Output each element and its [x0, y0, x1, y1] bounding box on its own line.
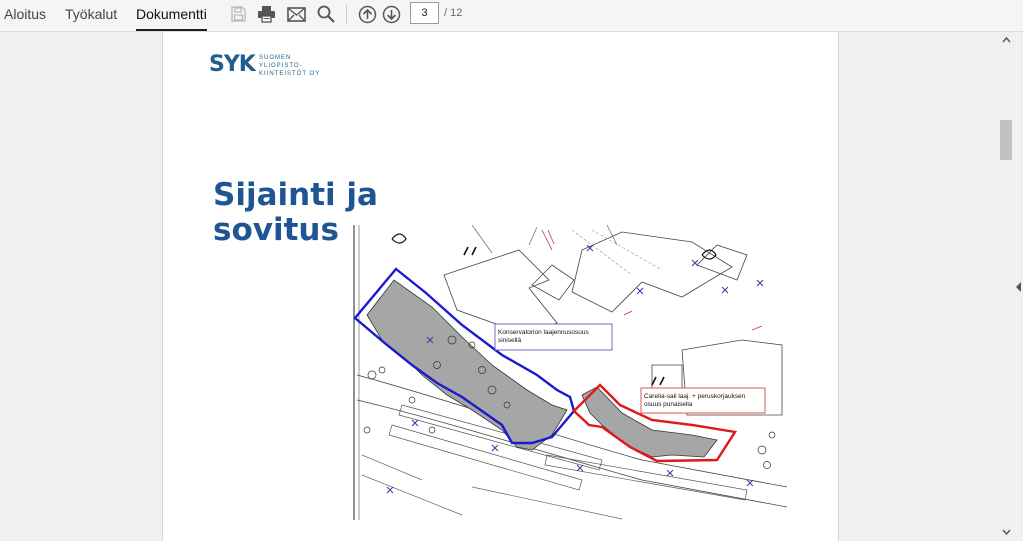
vertical-scrollbar[interactable] [997, 32, 1015, 541]
email-icon [286, 6, 306, 22]
map-label-blue: sinisellä [498, 337, 522, 344]
chevron-up-icon [1001, 37, 1011, 43]
tab-tyokalut[interactable]: Työkalut [65, 0, 117, 32]
side-panel-toggle[interactable] [1015, 280, 1023, 294]
page-down-icon [382, 5, 400, 23]
chevron-left-icon [1016, 282, 1021, 292]
save-button[interactable] [227, 3, 249, 25]
map-label-red: osuus punaisella [644, 401, 693, 408]
scroll-thumb[interactable] [1000, 120, 1012, 160]
scroll-up-button[interactable] [1000, 34, 1012, 46]
email-button[interactable] [285, 3, 307, 25]
logo-text: Suomen Yliopisto- Kiinteistöt Oy [259, 54, 320, 78]
toolbar: Aloitus Työkalut Dokumentti 3 / 12 [0, 0, 1023, 32]
logo-line: Yliopisto- [259, 63, 303, 69]
logo-line: Kiinteistöt Oy [259, 71, 321, 77]
page-total: / 12 [444, 7, 463, 19]
syk-logo: SYK Suomen Yliopisto- Kiinteistöt Oy [209, 52, 339, 78]
search-icon [317, 5, 335, 23]
previous-page-button[interactable] [356, 3, 378, 25]
save-icon [231, 6, 246, 22]
document-viewer: SYK Suomen Yliopisto- Kiinteistöt Oy Sij… [0, 32, 1023, 541]
tab-dokumentti[interactable]: Dokumentti [136, 0, 207, 32]
slide-title-line: Sijainti ja [213, 177, 378, 213]
logo-mark: SYK [209, 52, 256, 77]
document-page: SYK Suomen Yliopisto- Kiinteistöt Oy Sij… [162, 32, 839, 541]
print-icon [257, 6, 275, 23]
scroll-down-button[interactable] [1000, 526, 1012, 538]
map-label-blue: Konservatorion laajennusosuus [498, 329, 589, 336]
toolbar-separator [346, 4, 347, 24]
search-button[interactable] [315, 3, 337, 25]
page-up-icon [358, 5, 376, 23]
next-page-button[interactable] [380, 3, 402, 25]
site-plan-map: Konservatorion laajennusosuus sinisellä … [352, 225, 787, 520]
page-number-input[interactable] [410, 2, 439, 24]
map-label-red: Carelia-sali laaj. + peruskorjauksen [644, 393, 746, 400]
logo-line: Suomen [259, 55, 292, 61]
chevron-down-icon [1001, 529, 1011, 535]
print-button[interactable] [255, 3, 277, 25]
tab-aloitus[interactable]: Aloitus [4, 0, 46, 32]
